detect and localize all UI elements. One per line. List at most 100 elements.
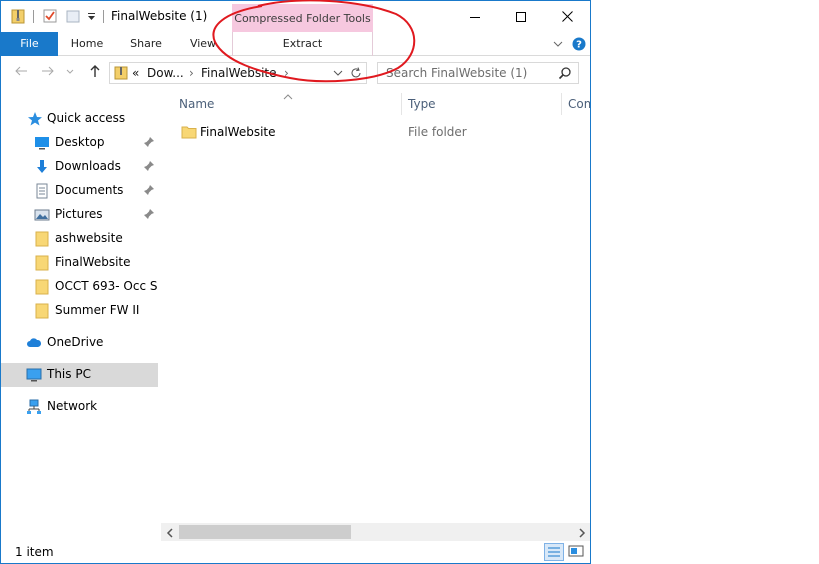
nav-label: ashwebsite: [55, 231, 123, 245]
large-icons-view-button[interactable]: [567, 543, 587, 561]
breadcrumb-downloads[interactable]: Dow...: [147, 66, 184, 80]
window-title: FinalWebsite (1): [111, 9, 208, 23]
close-button[interactable]: [544, 1, 590, 32]
ribbon-collapse-icon[interactable]: [552, 38, 564, 50]
nav-label: Quick access: [47, 111, 126, 125]
sort-ascending-icon: [283, 89, 293, 100]
nav-label: Desktop: [55, 135, 105, 149]
qat-separator: [33, 10, 34, 23]
computer-icon: [26, 367, 42, 383]
address-dropdown-icon[interactable]: [332, 67, 344, 79]
nav-label: Summer FW II: [55, 303, 140, 317]
tab-home[interactable]: Home: [62, 32, 112, 56]
qat-separator: [103, 10, 104, 23]
help-icon[interactable]: ?: [572, 37, 586, 51]
file-type: File folder: [408, 125, 467, 139]
tab-share[interactable]: Share: [121, 32, 171, 56]
nav-network[interactable]: Network: [1, 395, 158, 419]
pin-icon: [143, 136, 155, 148]
item-count: 1 item: [15, 545, 54, 559]
nav-label: Downloads: [55, 159, 121, 173]
tab-file[interactable]: File: [1, 32, 58, 56]
nav-label: Documents: [55, 183, 124, 197]
nav-item-desktop[interactable]: Desktop: [1, 131, 158, 155]
scroll-thumb[interactable]: [179, 525, 351, 539]
tab-extract[interactable]: Extract: [233, 32, 372, 56]
nav-label: OneDrive: [47, 335, 104, 349]
refresh-icon[interactable]: [349, 66, 363, 80]
maximize-button[interactable]: [498, 1, 544, 32]
folder-icon: [34, 303, 50, 319]
contextual-tab-group-label: Compressed Folder Tools: [232, 4, 373, 32]
nav-label: This PC: [47, 367, 91, 381]
file-list: Name Type Com FinalWebsite File folder: [161, 89, 590, 526]
column-header-name[interactable]: Name: [179, 97, 214, 111]
downloads-icon: [34, 159, 50, 175]
documents-icon: [34, 183, 50, 199]
folder-icon: [34, 279, 50, 295]
zip-location-icon: [114, 66, 128, 80]
tab-view[interactable]: View: [181, 32, 225, 56]
title-bar: FinalWebsite (1) Compressed Folder Tools: [1, 1, 590, 32]
nav-item-downloads[interactable]: Downloads: [1, 155, 158, 179]
cloud-icon: [26, 335, 42, 351]
new-folder-icon[interactable]: [65, 8, 81, 24]
file-name: FinalWebsite: [200, 125, 276, 139]
details-view-button[interactable]: [544, 543, 564, 561]
folder-icon: [181, 124, 197, 140]
network-icon: [26, 399, 42, 415]
nav-item-summer-fw[interactable]: Summer FW II: [1, 299, 158, 323]
minimize-button[interactable]: [452, 1, 498, 32]
navigation-pane: Quick access Desktop Downloads Documents: [1, 89, 161, 541]
pictures-icon: [34, 207, 50, 223]
horizontal-scrollbar[interactable]: [161, 523, 590, 541]
pin-icon: [143, 160, 155, 172]
search-placeholder: Search FinalWebsite (1): [386, 66, 528, 80]
address-bar[interactable]: « Dow... › FinalWebsite ›: [109, 62, 367, 84]
folder-icon: [34, 231, 50, 247]
search-icon[interactable]: [558, 66, 572, 80]
nav-label: FinalWebsite: [55, 255, 131, 269]
pin-icon: [143, 184, 155, 196]
back-button[interactable]: [11, 64, 31, 82]
table-row[interactable]: FinalWebsite File folder: [173, 122, 583, 142]
nav-label: Network: [47, 399, 98, 413]
column-header-type[interactable]: Type: [408, 97, 436, 111]
nav-label: Pictures: [55, 207, 103, 221]
ribbon-tabs: File Home Share View Extract ?: [1, 32, 590, 56]
star-icon: [27, 111, 43, 127]
breadcrumb-chevron-icon: ›: [284, 66, 289, 80]
desktop-icon: [34, 135, 50, 151]
qat-dropdown-icon[interactable]: [86, 8, 102, 24]
svg-text:?: ?: [576, 40, 582, 51]
nav-item-documents[interactable]: Documents: [1, 179, 158, 203]
desktop-background: [591, 0, 819, 564]
forward-button[interactable]: [38, 64, 58, 82]
column-header-compressed-size[interactable]: Com: [568, 97, 590, 111]
breadcrumb-finalwebsite[interactable]: FinalWebsite: [201, 66, 277, 80]
column-divider[interactable]: [401, 93, 402, 115]
address-row: « Dow... › FinalWebsite › Search FinalWe…: [1, 57, 590, 89]
pin-icon: [143, 208, 155, 220]
nav-item-occt[interactable]: OCCT 693- Occ Syn: [1, 275, 158, 299]
nav-label: OCCT 693- Occ Syn: [55, 279, 158, 293]
breadcrumb-chevron-icon: ›: [189, 66, 194, 80]
nav-this-pc[interactable]: This PC: [1, 363, 158, 387]
nav-item-ashwebsite[interactable]: ashwebsite: [1, 227, 158, 251]
scroll-left-icon[interactable]: [165, 527, 175, 538]
status-bar: 1 item: [1, 541, 590, 563]
search-input[interactable]: Search FinalWebsite (1): [377, 62, 579, 84]
nav-item-finalwebsite[interactable]: FinalWebsite: [1, 251, 158, 275]
up-button[interactable]: [85, 64, 105, 82]
nav-onedrive[interactable]: OneDrive: [1, 331, 158, 355]
properties-icon[interactable]: [42, 8, 58, 24]
contextual-tab-body: Extract: [232, 32, 373, 56]
nav-quick-access[interactable]: Quick access: [1, 107, 158, 131]
breadcrumb-overflow[interactable]: «: [132, 66, 139, 80]
scroll-right-icon[interactable]: [577, 527, 587, 538]
column-divider[interactable]: [561, 93, 562, 115]
nav-item-pictures[interactable]: Pictures: [1, 203, 158, 227]
recent-locations-button[interactable]: [63, 64, 77, 82]
zip-folder-icon: [10, 8, 26, 24]
folder-icon: [34, 255, 50, 271]
